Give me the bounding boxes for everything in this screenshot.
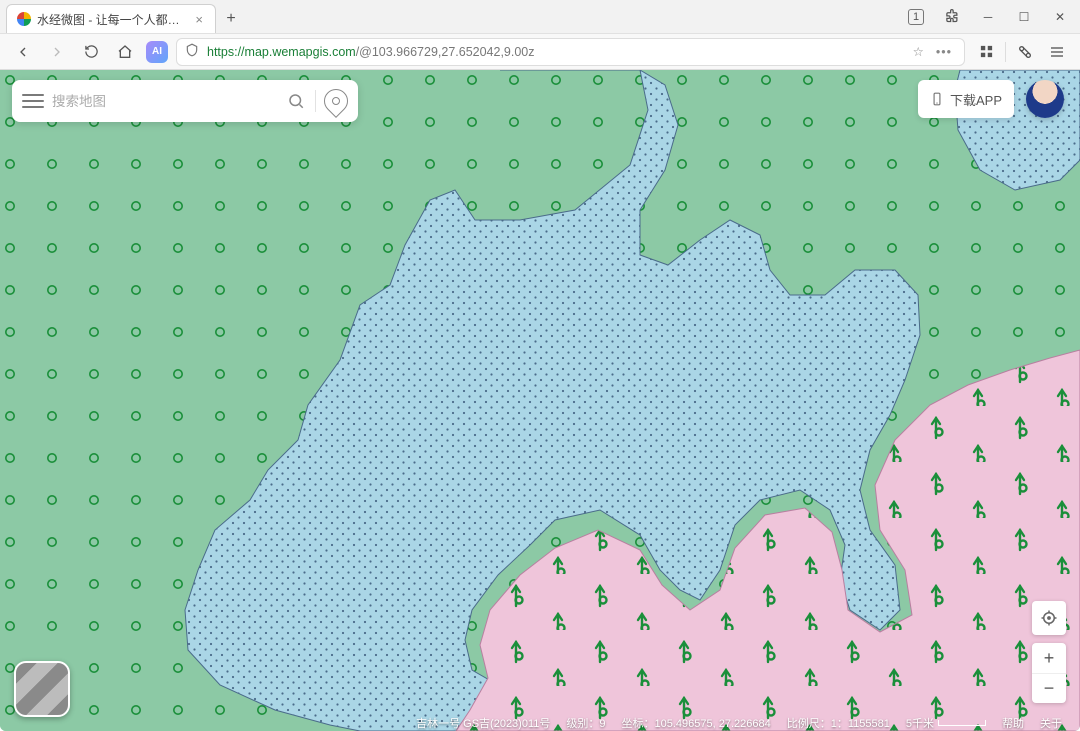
zoom-controls: + − — [1032, 643, 1066, 703]
window-maximize-button[interactable]: ☐ — [1006, 3, 1042, 31]
bookmark-icon[interactable]: ☆ — [913, 44, 924, 59]
divider — [315, 90, 316, 112]
phone-icon — [930, 92, 944, 106]
browser-toolbar: AI https://map.wemapgis.com/@103.966729,… — [0, 34, 1080, 70]
menu-hamburger-icon[interactable] — [22, 90, 44, 112]
location-pin-icon[interactable] — [319, 84, 353, 118]
site-info-icon[interactable] — [185, 43, 199, 60]
tab-close-icon[interactable]: × — [193, 12, 205, 27]
reload-button[interactable] — [78, 39, 104, 65]
home-button[interactable] — [112, 39, 138, 65]
locate-button[interactable] — [1032, 601, 1066, 635]
back-button[interactable] — [10, 39, 36, 65]
menu-icon[interactable] — [1044, 39, 1070, 65]
tab-title: 水经微图 - 让每一个人都有自 — [37, 11, 187, 28]
url-text: https://map.wemapgis.com/@103.966729,27.… — [207, 45, 535, 59]
map-search-panel — [12, 80, 358, 122]
top-right-controls: 下载APP — [918, 80, 1064, 118]
about-link[interactable]: 关于 — [1040, 715, 1062, 731]
apps-grid-icon[interactable] — [973, 39, 999, 65]
address-bar[interactable]: https://map.wemapgis.com/@103.966729,27.… — [176, 38, 965, 66]
window-minimize-button[interactable]: ─ — [970, 3, 1006, 31]
zoom-in-button[interactable]: + — [1032, 643, 1066, 673]
extensions-icon[interactable] — [934, 3, 970, 31]
ai-assistant-button[interactable]: AI — [146, 41, 168, 63]
window-close-button[interactable]: ✕ — [1042, 3, 1078, 31]
window-titlebar: 水经微图 - 让每一个人都有自 × + 1 ─ ☐ ✕ — [0, 0, 1080, 34]
tab-favicon — [17, 12, 31, 26]
help-link[interactable]: 帮助 — [1002, 715, 1024, 731]
new-tab-button[interactable]: + — [216, 4, 246, 33]
tab-count-badge[interactable]: 1 — [898, 3, 934, 31]
more-actions-icon[interactable]: ••• — [932, 45, 956, 59]
forward-button[interactable] — [44, 39, 70, 65]
search-icon[interactable] — [285, 90, 307, 112]
download-app-label: 下载APP — [950, 90, 1002, 109]
map-search-input[interactable] — [52, 94, 277, 109]
map-canvas[interactable] — [0, 70, 1080, 731]
screenshot-icon[interactable] — [1012, 39, 1038, 65]
map-controls: + − — [1032, 601, 1066, 703]
map-viewport[interactable]: 下载APP + − 吉林一号 GS吉(2023)011号 级别：9 坐标：105… — [0, 70, 1080, 731]
zoom-out-button[interactable]: − — [1032, 673, 1066, 703]
user-avatar[interactable] — [1026, 80, 1064, 118]
download-app-button[interactable]: 下载APP — [918, 80, 1014, 118]
browser-tab[interactable]: 水经微图 - 让每一个人都有自 × — [6, 4, 216, 33]
basemap-thumbnail[interactable] — [14, 661, 70, 717]
